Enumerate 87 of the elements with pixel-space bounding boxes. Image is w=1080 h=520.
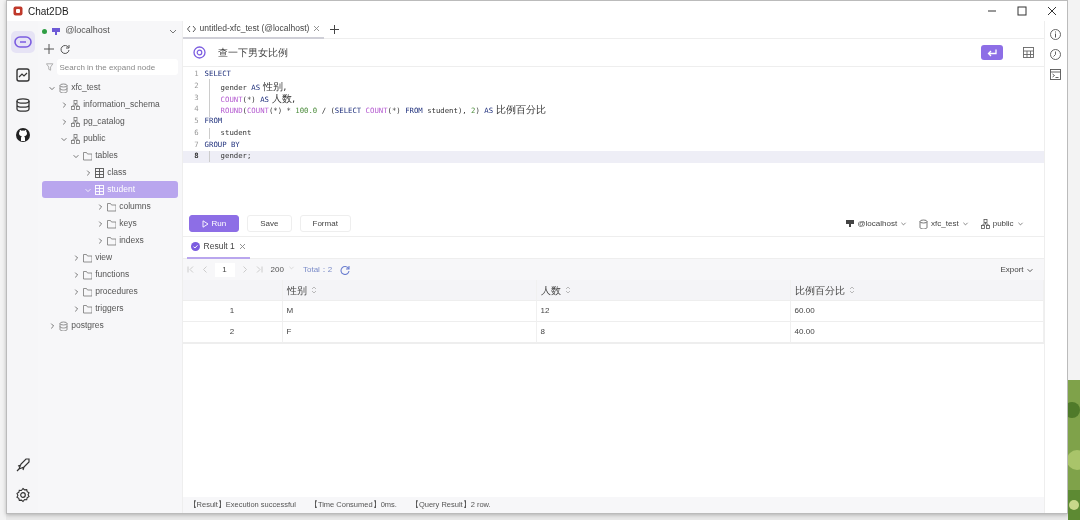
tree-item[interactable]: public	[42, 130, 178, 147]
tree-item[interactable]: functions	[42, 266, 178, 283]
page-field[interactable]: 1	[214, 262, 235, 277]
prompt-text: 查一下男女比例	[217, 46, 288, 60]
tree-item[interactable]: keys	[42, 215, 178, 232]
tree-item[interactable]: tables	[42, 147, 178, 164]
run-button[interactable]: Run	[188, 215, 240, 232]
export-button[interactable]: Export	[994, 262, 1040, 277]
chart-icon[interactable]	[14, 67, 31, 83]
refresh-icon[interactable]	[60, 44, 71, 54]
table-cell: 8	[536, 322, 791, 343]
info-icon[interactable]	[1050, 29, 1062, 40]
search-field[interactable]: Search in the expand node	[56, 59, 178, 75]
window-title: Chat2DB	[28, 4, 69, 19]
hierarchy-icon	[980, 218, 990, 229]
ai-icon	[192, 46, 206, 59]
code-icon	[186, 24, 196, 33]
hierarchy-icon	[71, 99, 81, 110]
link-icon[interactable]	[10, 31, 35, 53]
connection-name[interactable]: @localhost	[65, 24, 110, 38]
history-icon[interactable]	[1050, 49, 1062, 60]
table-icon	[95, 167, 105, 178]
sort-icon[interactable]	[564, 286, 571, 294]
tree-item[interactable]: information_schema	[42, 96, 178, 113]
filter-icon	[46, 63, 54, 71]
page-size-select[interactable]: 200	[270, 263, 295, 276]
tree-item[interactable]: procedures	[42, 283, 178, 300]
column-header[interactable]: 性别	[282, 280, 537, 301]
schema-selector[interactable]: public	[980, 217, 1024, 230]
next-icon[interactable]	[242, 266, 248, 273]
sort-icon[interactable]	[310, 286, 317, 294]
tree-item[interactable]: xfc_test	[42, 79, 178, 96]
previous-icon[interactable]	[201, 266, 207, 273]
database-icon	[59, 320, 69, 331]
chevron-right-icon[interactable]	[84, 168, 93, 177]
folder-icon	[83, 269, 93, 280]
chevron-right-icon[interactable]	[48, 321, 57, 330]
settings-icon[interactable]	[14, 487, 31, 503]
table-cell: 60.00	[790, 301, 1044, 322]
connection-selector[interactable]: @localhost	[845, 217, 908, 230]
table-cell: 12	[536, 301, 791, 322]
tree-item[interactable]: indexs	[42, 232, 178, 249]
check-circle-icon	[190, 242, 200, 251]
format-button[interactable]: Format	[299, 215, 351, 232]
tree-item[interactable]: triggers	[42, 300, 178, 317]
column-header[interactable]: 比例百分比	[790, 280, 1044, 301]
table-cell: M	[282, 301, 537, 322]
tree-item[interactable]: columns	[42, 198, 178, 215]
database-icon[interactable]	[14, 97, 31, 113]
tree-item[interactable]: class	[42, 164, 178, 181]
table-cell: F	[282, 322, 537, 343]
folder-icon	[83, 150, 93, 161]
folder-icon	[83, 252, 93, 263]
folder-icon	[83, 303, 93, 314]
tree-item[interactable]: pg_catalog	[42, 113, 178, 130]
folder-icon	[83, 286, 93, 297]
enter-button[interactable]	[980, 45, 1003, 60]
enter-icon	[986, 48, 997, 57]
row-number: 1	[182, 301, 283, 322]
app-logo-icon	[13, 6, 23, 16]
total-count: Total：2	[302, 263, 333, 276]
play-icon	[201, 219, 209, 228]
sort-icon[interactable]	[848, 286, 855, 294]
database-selector[interactable]: xfc_test	[919, 217, 969, 230]
terminal-icon[interactable]	[1050, 69, 1062, 80]
database-icon	[59, 82, 69, 93]
chevron-down-icon	[961, 220, 969, 227]
hierarchy-icon	[71, 116, 81, 127]
chevron-down-icon	[900, 220, 908, 227]
chevron-down-icon	[1016, 220, 1024, 227]
database-icon	[919, 218, 929, 229]
github-icon[interactable]	[14, 127, 31, 143]
save-button[interactable]: Save	[247, 215, 292, 232]
row-number: 2	[182, 322, 283, 343]
folder-icon	[107, 235, 117, 246]
tree-item[interactable]: view	[42, 249, 178, 266]
tree-item[interactable]: postgres	[42, 317, 178, 334]
table-icon	[95, 184, 105, 195]
add-icon[interactable]	[330, 25, 340, 34]
hierarchy-icon	[71, 133, 81, 144]
folder-icon	[107, 201, 117, 212]
table-cell: 40.00	[790, 322, 1044, 343]
query-tab[interactable]: untitled-xfc_test (@localhost)	[182, 20, 325, 39]
refresh-icon[interactable]	[340, 264, 351, 275]
folder-icon	[107, 218, 117, 229]
column-header[interactable]: 人数	[536, 280, 791, 301]
table-icon[interactable]	[1022, 47, 1034, 58]
